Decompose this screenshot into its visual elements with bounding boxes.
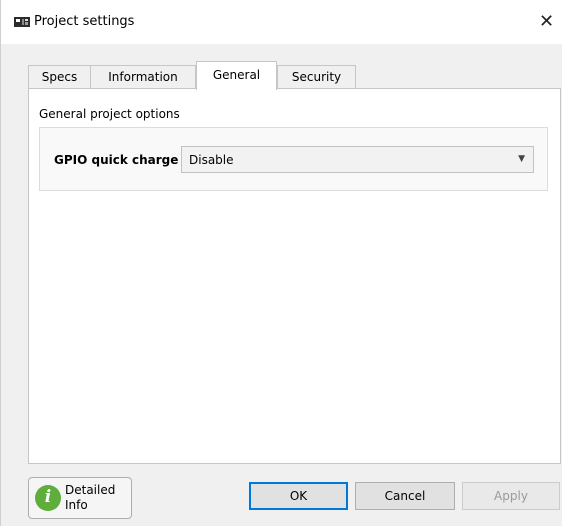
cancel-button[interactable]: Cancel [355, 482, 455, 510]
general-options-group: GPIO quick charge Disable ▼ [39, 127, 548, 191]
chip-board-icon [14, 17, 30, 27]
tab-information[interactable]: Information [90, 65, 196, 89]
project-settings-dialog: Project settings ✕ Specs Information Gen… [0, 0, 562, 526]
gpio-quick-charge-label: GPIO quick charge [54, 153, 179, 167]
tab-specs[interactable]: Specs [28, 65, 91, 89]
group-title: General project options [39, 107, 180, 121]
general-tab-panel: General project options GPIO quick charg… [28, 88, 561, 464]
info-icon: i [35, 485, 61, 511]
apply-button[interactable]: Apply [462, 482, 560, 510]
ok-button[interactable]: OK [249, 482, 348, 510]
chevron-down-icon: ▼ [518, 154, 525, 164]
title-bar: Project settings ✕ [1, 0, 562, 44]
tab-general[interactable]: General [196, 61, 277, 90]
detailed-info-label: Detailed Info [65, 483, 116, 512]
tab-security[interactable]: Security [277, 65, 356, 89]
close-icon: ✕ [539, 11, 555, 32]
detailed-info-button[interactable]: i Detailed Info [28, 477, 132, 519]
window-title: Project settings [34, 14, 135, 29]
close-button[interactable]: ✕ [539, 8, 562, 36]
gpio-quick-charge-select[interactable]: Disable ▼ [181, 146, 534, 173]
gpio-quick-charge-value: Disable [189, 153, 234, 167]
